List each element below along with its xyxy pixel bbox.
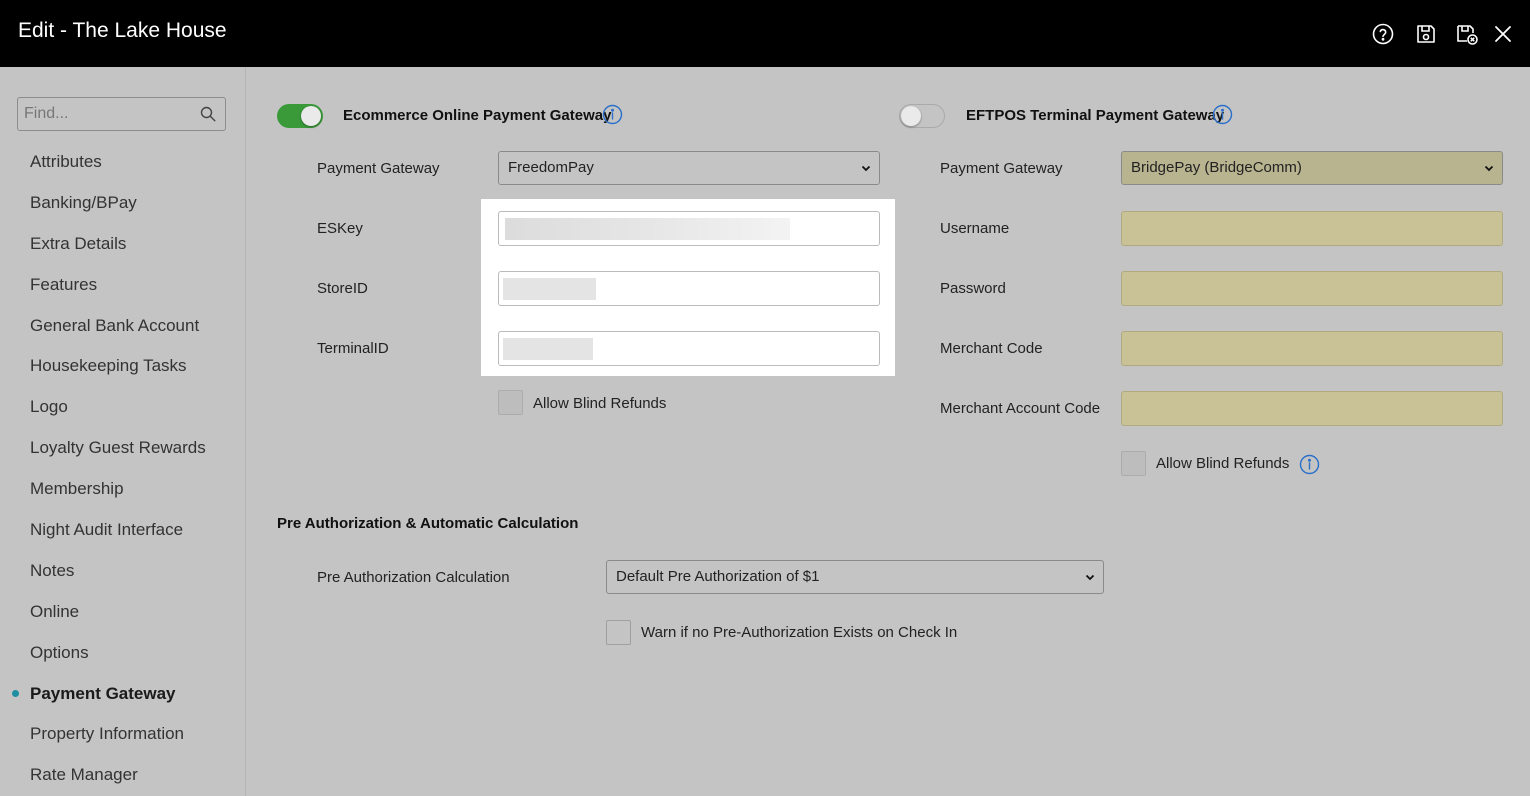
sidebar-item-general-bank-account[interactable]: General Bank Account bbox=[0, 305, 245, 346]
save-icon[interactable] bbox=[1414, 22, 1438, 46]
eftpos-payment-gateway-value: BridgePay (BridgeComm) bbox=[1131, 159, 1302, 176]
storeid-label: StoreID bbox=[317, 280, 368, 297]
eskey-input[interactable] bbox=[498, 211, 880, 246]
preauth-calculation-value: Default Pre Authorization of $1 bbox=[616, 568, 820, 585]
terminalid-input[interactable] bbox=[498, 331, 880, 366]
window-title: Edit - The Lake House bbox=[18, 19, 227, 42]
eftpos-allow-blind-refunds-checkbox[interactable] bbox=[1121, 451, 1146, 476]
ecommerce-allow-blind-refunds-checkbox[interactable] bbox=[498, 390, 523, 415]
search-box bbox=[17, 97, 226, 131]
save-close-icon[interactable] bbox=[1455, 22, 1479, 46]
password-label: Password bbox=[940, 280, 1006, 297]
info-icon[interactable] bbox=[602, 104, 623, 125]
sidebar-item-membership[interactable]: Membership bbox=[0, 468, 245, 509]
terminalid-label: TerminalID bbox=[317, 340, 389, 357]
ecommerce-payment-gateway-label: Payment Gateway bbox=[317, 160, 440, 177]
sidebar-nav: Attributes Banking/BPay Extra Details Fe… bbox=[0, 141, 245, 795]
password-input[interactable] bbox=[1121, 271, 1503, 306]
eftpos-allow-blind-refunds-label: Allow Blind Refunds bbox=[1156, 455, 1290, 472]
ecommerce-gateway-heading: Ecommerce Online Payment Gateway bbox=[343, 107, 612, 124]
sidebar-item-banking-bpay[interactable]: Banking/BPay bbox=[0, 182, 245, 223]
merchant-code-input[interactable] bbox=[1121, 331, 1503, 366]
toggle-knob bbox=[301, 106, 321, 126]
help-icon[interactable] bbox=[1371, 22, 1395, 46]
sidebar-item-loyalty-guest-rewards[interactable]: Loyalty Guest Rewards bbox=[0, 427, 245, 468]
close-icon[interactable] bbox=[1491, 22, 1515, 46]
preauth-calculation-label: Pre Authorization Calculation bbox=[317, 569, 510, 586]
warn-no-preauth-checkbox[interactable] bbox=[606, 620, 631, 645]
sidebar-item-attributes[interactable]: Attributes bbox=[0, 141, 245, 182]
preauth-calculation-select[interactable]: Default Pre Authorization of $1 bbox=[606, 560, 1104, 594]
sidebar-item-logo[interactable]: Logo bbox=[0, 386, 245, 427]
storeid-input[interactable] bbox=[498, 271, 880, 306]
info-icon[interactable] bbox=[1212, 104, 1233, 125]
search-input[interactable] bbox=[18, 98, 193, 130]
eftpos-gateway-heading: EFTPOS Terminal Payment Gateway bbox=[966, 107, 1225, 124]
redacted-value bbox=[505, 218, 790, 240]
ecommerce-payment-gateway-select[interactable]: FreedomPay bbox=[498, 151, 880, 185]
warn-no-preauth-label: Warn if no Pre-Authorization Exists on C… bbox=[641, 624, 958, 641]
merchant-account-code-label: Merchant Account Code bbox=[940, 400, 1101, 417]
sidebar-item-options[interactable]: Options bbox=[0, 632, 245, 673]
username-input[interactable] bbox=[1121, 211, 1503, 246]
info-icon[interactable] bbox=[1299, 454, 1320, 475]
toggle-knob bbox=[901, 106, 921, 126]
chevron-down-icon bbox=[861, 165, 871, 172]
eftpos-payment-gateway-label: Payment Gateway bbox=[940, 160, 1063, 177]
sidebar: Attributes Banking/BPay Extra Details Fe… bbox=[0, 67, 246, 796]
sidebar-item-rate-manager[interactable]: Rate Manager bbox=[0, 754, 245, 795]
main-content: Ecommerce Online Payment Gateway Payment… bbox=[247, 67, 1530, 796]
preauth-heading: Pre Authorization & Automatic Calculatio… bbox=[277, 515, 579, 532]
redacted-value bbox=[503, 278, 596, 300]
search-icon[interactable] bbox=[200, 106, 216, 122]
sidebar-item-payment-gateway[interactable]: Payment Gateway bbox=[0, 673, 245, 714]
chevron-down-icon bbox=[1085, 574, 1095, 581]
sidebar-item-notes[interactable]: Notes bbox=[0, 550, 245, 591]
ecommerce-allow-blind-refunds-label: Allow Blind Refunds bbox=[533, 395, 667, 412]
sidebar-item-features[interactable]: Features bbox=[0, 264, 245, 305]
title-bar: Edit - The Lake House bbox=[0, 0, 1530, 67]
username-label: Username bbox=[940, 220, 1010, 237]
eskey-label: ESKey bbox=[317, 220, 363, 237]
sidebar-item-extra-details[interactable]: Extra Details bbox=[0, 223, 245, 264]
merchant-code-label: Merchant Code bbox=[940, 340, 1043, 357]
redacted-value bbox=[503, 338, 593, 360]
sidebar-item-property-information[interactable]: Property Information bbox=[0, 713, 245, 754]
eftpos-payment-gateway-select[interactable]: BridgePay (BridgeComm) bbox=[1121, 151, 1503, 185]
eftpos-gateway-toggle[interactable] bbox=[899, 104, 945, 128]
sidebar-item-night-audit-interface[interactable]: Night Audit Interface bbox=[0, 509, 245, 550]
sidebar-item-online[interactable]: Online bbox=[0, 591, 245, 632]
merchant-account-code-input[interactable] bbox=[1121, 391, 1503, 426]
ecommerce-gateway-toggle[interactable] bbox=[277, 104, 323, 128]
ecommerce-payment-gateway-value: FreedomPay bbox=[508, 159, 594, 176]
sidebar-item-housekeeping-tasks[interactable]: Housekeeping Tasks bbox=[0, 345, 245, 386]
chevron-down-icon bbox=[1484, 165, 1494, 172]
